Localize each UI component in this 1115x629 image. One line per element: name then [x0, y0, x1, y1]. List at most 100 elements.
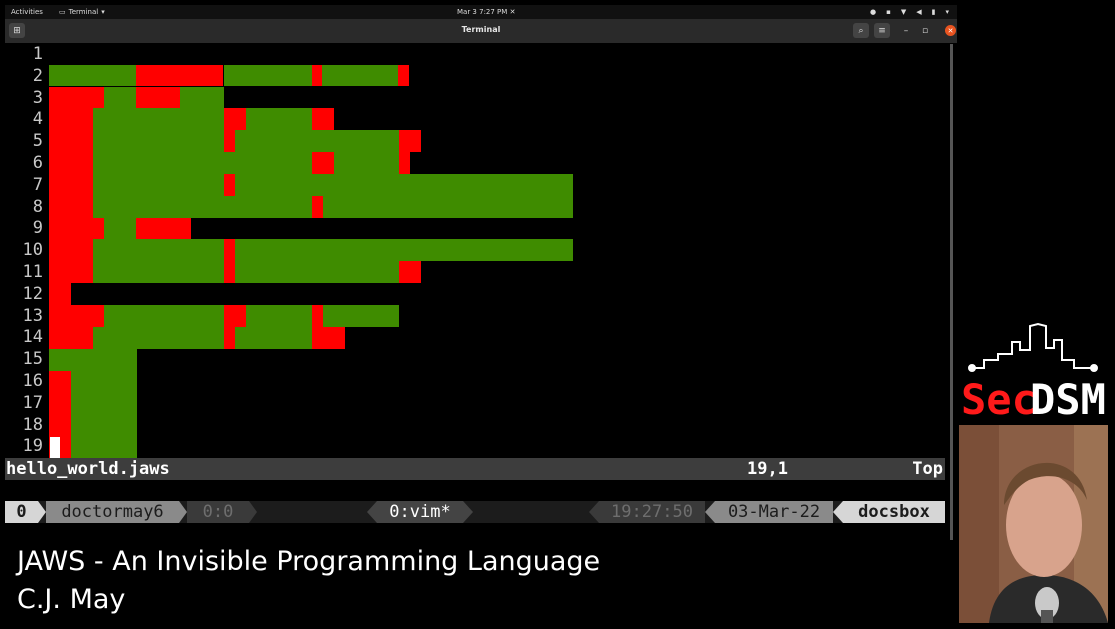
line-number: 15: [22, 349, 43, 369]
separator-arrow-icon: [833, 501, 843, 523]
tab-highlight-block: [224, 327, 235, 349]
terminal-title-bar: ⊞ Terminal ⌕ ≡ – ▫ ✕: [5, 19, 957, 43]
terminal-icon: ▭: [59, 8, 66, 16]
activities-button[interactable]: Activities: [11, 8, 43, 16]
tmux-date: 03-Mar-22: [715, 501, 833, 523]
battery-icon: ▮: [931, 8, 936, 16]
tab-highlight-block: [398, 65, 409, 86]
tmux-session[interactable]: 0: [5, 501, 38, 523]
chat-icon: ●: [869, 8, 877, 16]
tab-highlight-block: [49, 283, 71, 305]
tab-highlight-block: [312, 327, 345, 349]
space-highlight-block: [104, 87, 137, 108]
line-number: 1: [32, 44, 43, 64]
line-number: 10: [22, 240, 43, 260]
lock-icon: ▪: [886, 8, 891, 16]
vim-cursor: [50, 437, 60, 458]
talk-title: JAWS - An Invisible Programming Language: [17, 546, 601, 577]
space-highlight-block: [235, 239, 573, 261]
line-number: 11: [22, 262, 43, 282]
line-number: 12: [22, 284, 43, 304]
line-number: 16: [22, 371, 43, 391]
space-highlight-block: [71, 415, 137, 437]
tab-highlight-block: [49, 393, 71, 415]
tmux-time: 19:27:50: [599, 501, 705, 523]
menu-button[interactable]: ≡: [874, 23, 890, 38]
search-button[interactable]: ⌕: [853, 23, 869, 38]
tab-highlight-block: [399, 130, 421, 152]
window-title: Terminal: [461, 25, 501, 34]
logo-dsm: DSM: [1030, 375, 1106, 420]
search-icon: ⌕: [858, 25, 864, 36]
app-menu[interactable]: ▭ Terminal ▾: [59, 8, 105, 16]
space-highlight-block: [49, 65, 137, 86]
webcam-image: [959, 425, 1108, 623]
skyline-icon: [968, 322, 1098, 372]
cursor-position: 19,1: [747, 459, 788, 479]
tmux-user: doctormay6: [46, 501, 179, 523]
separator-arrow-icon: [179, 501, 187, 523]
tab-highlight-block: [49, 327, 93, 349]
tab-highlight-block: [312, 196, 323, 218]
clock[interactable]: Mar 3 7:27 PM ✕: [457, 8, 515, 16]
tab-highlight-block: [224, 305, 246, 327]
space-highlight-block: [93, 327, 224, 349]
space-highlight-block: [93, 108, 224, 130]
minimize-button[interactable]: –: [899, 24, 913, 38]
separator-arrow-icon: [589, 501, 599, 523]
tab-highlight-block: [136, 65, 223, 86]
tab-highlight-block: [399, 152, 410, 174]
tab-highlight-block: [49, 415, 71, 437]
space-highlight-block: [93, 196, 312, 218]
separator-arrow-icon: [367, 501, 377, 523]
scrollbar[interactable]: [950, 44, 953, 540]
chevron-down-icon: ▾: [945, 8, 949, 16]
tab-highlight-block: [224, 108, 246, 130]
maximize-button[interactable]: ▫: [918, 24, 932, 38]
separator-arrow-icon: [705, 501, 715, 523]
close-icon: ✕: [947, 26, 954, 35]
vim-filename: hello_world.jaws: [6, 459, 170, 479]
hamburger-menu-icon: ≡: [878, 25, 886, 36]
tab-highlight-block: [49, 371, 71, 393]
app-menu-label: Terminal: [68, 8, 99, 16]
clock-label: Mar 3 7:27 PM: [457, 8, 508, 16]
tab-highlight-block: [49, 87, 104, 108]
tab-highlight-block: [312, 65, 322, 86]
space-highlight-block: [322, 65, 398, 86]
presenter-name: C.J. May: [17, 584, 126, 615]
space-highlight-block: [93, 152, 312, 174]
tmux-window-current[interactable]: 0:vim*: [377, 501, 463, 523]
maximize-icon: ▫: [921, 26, 929, 36]
tab-highlight-block: [49, 152, 93, 174]
line-number: 17: [22, 393, 43, 413]
space-highlight-block: [235, 261, 399, 283]
line-number: 14: [22, 327, 43, 347]
wifi-icon: ▼: [900, 8, 907, 16]
space-highlight-block: [224, 65, 312, 86]
tab-highlight-block: [136, 87, 180, 108]
close-button[interactable]: ✕: [945, 25, 956, 36]
space-highlight-block: [93, 261, 224, 283]
line-number: 19: [22, 436, 43, 456]
space-highlight-block: [235, 327, 312, 349]
tab-highlight-block: [49, 174, 93, 196]
presenter-webcam: [959, 425, 1108, 623]
space-highlight-block: [49, 349, 137, 371]
tab-highlight-block: [312, 108, 334, 130]
tab-highlight-block: [49, 305, 104, 327]
line-number: 8: [32, 197, 43, 217]
tmux-pane: 0:0: [187, 501, 249, 523]
terminal-viewport[interactable]: 1 2 3 4 5 6 7 8 9 10 11 12 13 14 15 16 1…: [5, 43, 945, 541]
space-highlight-block: [71, 393, 137, 415]
space-highlight-block: [180, 87, 224, 108]
system-tray[interactable]: ● ▪ ▼ ◀ ▮ ▾: [870, 8, 949, 16]
line-number: 13: [22, 306, 43, 326]
space-highlight-block: [71, 371, 137, 393]
space-highlight-block: [71, 437, 137, 458]
tab-highlight-block: [49, 196, 93, 218]
secdsm-logo: Sec DSM: [961, 322, 1106, 420]
tab-highlight-block: [49, 218, 104, 239]
separator-arrow-icon: [249, 501, 257, 523]
space-highlight-block: [104, 218, 137, 239]
